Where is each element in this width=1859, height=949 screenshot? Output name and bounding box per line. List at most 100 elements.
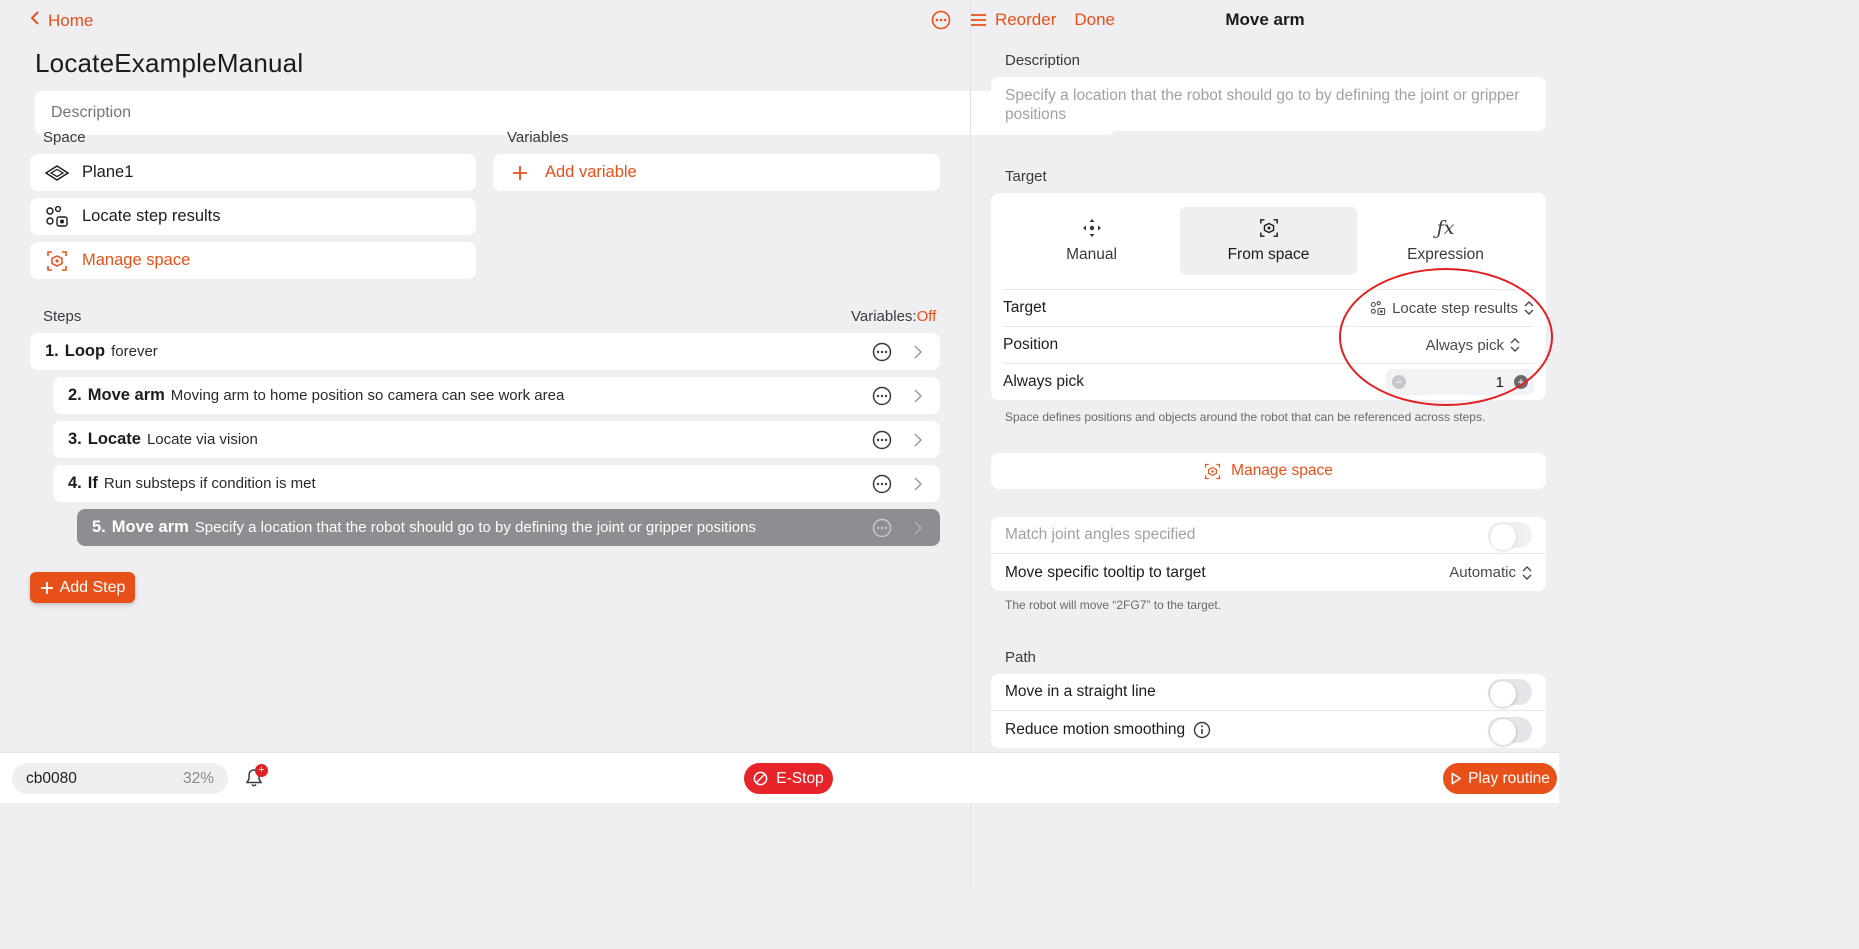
manage-space-label: Manage space [1231, 462, 1333, 479]
more-icon[interactable] [872, 518, 892, 538]
step-number: 4. [68, 474, 82, 492]
panel-description-label: Description [1005, 52, 1081, 69]
more-icon[interactable] [872, 474, 892, 494]
step-row-5-selected[interactable]: 5. Move arm Specify a location that the … [77, 509, 940, 546]
always-pick-label: Always pick [1003, 373, 1084, 390]
mode-label: Manual [1066, 246, 1117, 263]
tooltip-target-label: Move specific tooltip to target [1005, 563, 1206, 581]
reduce-smoothing-toggle[interactable] [1488, 716, 1532, 745]
step-number: 5. [92, 518, 106, 536]
step-row-3[interactable]: 3. Locate Locate via vision [53, 421, 940, 458]
match-joint-row: Match joint angles specified [991, 517, 1546, 554]
target-row-label: Target [1003, 299, 1047, 316]
more-icon[interactable] [872, 386, 892, 406]
space-label: Space [43, 129, 86, 146]
step-row-4[interactable]: 4. If Run substeps if condition is met [53, 465, 940, 502]
manage-space-button[interactable]: Manage space [30, 242, 476, 279]
play-icon [1451, 772, 1461, 785]
estop-label: E-Stop [776, 769, 824, 787]
target-select[interactable]: Locate step results [1370, 300, 1534, 317]
reduce-smoothing-label: Reduce motion smoothing [1005, 720, 1186, 738]
space-item-label: Plane1 [82, 163, 134, 181]
mode-expression[interactable]: ƒx Expression [1357, 207, 1534, 275]
mode-manual[interactable]: Manual [1003, 207, 1180, 275]
from-space-icon [1259, 219, 1278, 237]
step-subtitle: Specify a location that the robot should… [194, 519, 756, 536]
add-step-button[interactable]: Add Step [30, 572, 135, 603]
add-variable-button[interactable]: Add variable [493, 154, 940, 191]
chevron-right-icon [914, 477, 922, 491]
step-row-1[interactable]: 1. Loop forever [30, 333, 940, 370]
step-name: Loop [64, 342, 106, 360]
match-joint-label: Match joint angles specified [1005, 526, 1196, 543]
always-pick-value[interactable]: 1 [1496, 374, 1504, 391]
step-subtitle: Moving arm to home position so camera ca… [170, 387, 565, 404]
step-row-2[interactable]: 2. Move arm Moving arm to home position … [53, 377, 940, 414]
space-item-locate-step-results[interactable]: Locate step results [30, 198, 476, 235]
increment-button[interactable]: + [1514, 375, 1528, 389]
chevron-right-icon [914, 521, 922, 535]
panel-description-field[interactable]: Specify a location that the robot should… [991, 77, 1546, 131]
step-number: 2. [68, 386, 82, 404]
manual-move-icon [1082, 219, 1101, 237]
position-value: Always pick [1425, 336, 1504, 354]
target-section-label: Target [1005, 168, 1047, 185]
updown-chevron-icon [1522, 565, 1532, 580]
device-name: cb0080 [26, 769, 77, 787]
mode-label: Expression [1407, 246, 1484, 263]
space-item-label: Locate step results [82, 207, 221, 225]
step-name: Move arm [87, 386, 165, 404]
step-subtitle: forever [111, 343, 158, 360]
target-mode-selector: Manual From space ƒx Expression [1003, 207, 1534, 275]
space-item-plane1[interactable]: Plane1 [30, 154, 476, 191]
back-label: Home [48, 10, 94, 30]
panel-title: Move arm [1225, 10, 1305, 29]
routine-description-input[interactable] [35, 91, 1115, 135]
variables-toggle[interactable]: Variables:Off [851, 308, 936, 325]
notifications-button[interactable]: + [245, 764, 268, 793]
updown-chevron-icon [1510, 338, 1520, 352]
device-status[interactable]: cb0080 32% [12, 763, 228, 794]
more-options-button[interactable] [931, 10, 951, 30]
step-name: If [87, 474, 98, 492]
panel-manage-space-button[interactable]: Manage space [991, 453, 1546, 489]
path-options-card: Move in a straight line Reduce motion sm… [991, 674, 1546, 748]
estop-button[interactable]: E-Stop [744, 763, 833, 794]
joint-options-card: Match joint angles specified Move specif… [991, 517, 1546, 591]
top-bar: Home Reorder Done [30, 10, 1115, 34]
step-name: Move arm [111, 518, 189, 536]
play-routine-label: Play routine [1468, 769, 1550, 787]
decrement-button[interactable]: − [1392, 375, 1406, 389]
device-percentage: 32% [182, 769, 214, 787]
manage-space-icon [44, 249, 70, 273]
position-row-label: Position [1003, 336, 1059, 353]
step-subtitle: Locate via vision [146, 431, 258, 448]
target-value: Locate step results [1392, 299, 1518, 317]
add-step-label: Add Step [59, 578, 126, 596]
more-icon [931, 10, 951, 30]
position-select[interactable]: Always pick [1426, 337, 1520, 354]
manage-space-label: Manage space [82, 251, 191, 269]
mode-from-space[interactable]: From space [1180, 207, 1357, 275]
info-icon[interactable] [1193, 721, 1211, 739]
chevron-right-icon [914, 345, 922, 359]
space-note: Space defines positions and objects arou… [1005, 410, 1486, 424]
locate-results-icon [44, 205, 70, 229]
more-icon[interactable] [872, 430, 892, 450]
bottom-bar: cb0080 32% + E-Stop Play routine [0, 752, 1559, 803]
back-home-link[interactable]: Home [30, 10, 93, 31]
add-variable-label: Add variable [545, 163, 637, 181]
tooltip-target-select[interactable]: Automatic [1449, 564, 1532, 581]
match-joint-toggle[interactable] [1488, 522, 1532, 550]
straight-line-label: Move in a straight line [1005, 683, 1156, 700]
play-routine-button[interactable]: Play routine [1443, 763, 1557, 794]
variables-label: Variables [507, 129, 569, 146]
always-pick-stepper: − 1 + [1386, 369, 1534, 395]
target-row: Target Locate step results [1003, 289, 1534, 326]
straight-line-toggle[interactable] [1488, 679, 1532, 707]
plus-icon [507, 161, 533, 185]
manage-space-icon [1205, 463, 1221, 479]
step-number: 1. [45, 342, 59, 360]
more-icon[interactable] [872, 342, 892, 362]
notification-badge: + [255, 764, 268, 777]
